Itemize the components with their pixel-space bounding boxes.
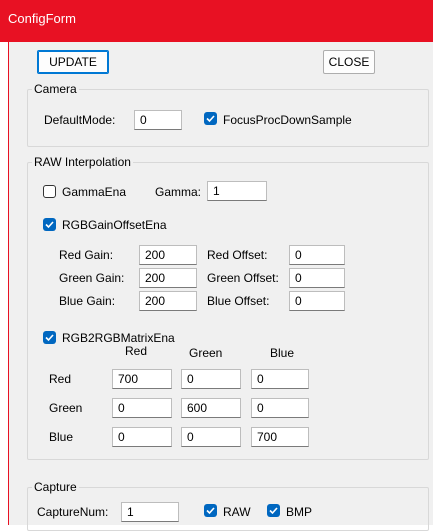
green-gain-input[interactable]: 200 (139, 268, 197, 288)
blue-offset-label: Blue Offset: (207, 294, 270, 308)
blue-gain-input[interactable]: 200 (139, 291, 197, 311)
rgb-gain-offset-ena-label: RGBGainOffsetEna (62, 218, 167, 232)
red-gain-label: Red Gain: (59, 248, 114, 262)
rgb2rgb-matrix-ena-checkbox[interactable] (43, 331, 56, 344)
bmp-checkbox[interactable] (267, 504, 280, 517)
capture-num-input[interactable]: 1 (121, 502, 179, 522)
matrix-column-header-blue: Blue (270, 346, 295, 360)
blue-gain-label: Blue Gain: (59, 294, 116, 308)
capture-group-legend: Capture (32, 480, 79, 494)
red-offset-input[interactable]: 0 (289, 245, 345, 265)
checkmark-icon (206, 507, 215, 515)
matrix-cell-green-green[interactable]: 600 (181, 398, 241, 418)
matrix-cell-green-red[interactable]: 0 (112, 398, 172, 418)
matrix-cell-blue-blue[interactable]: 700 (251, 427, 309, 447)
matrix-cell-red-red[interactable]: 700 (112, 369, 172, 389)
matrix-cell-red-blue[interactable]: 0 (251, 369, 309, 389)
matrix-column-header-red: Red (125, 344, 148, 358)
checkmark-icon (269, 507, 278, 515)
matrix-row-label-green: Green (49, 401, 83, 415)
green-offset-label: Green Offset: (207, 271, 279, 285)
gamma-ena-checkbox[interactable] (43, 185, 56, 198)
window-title: ConfigForm (8, 11, 76, 26)
red-offset-label: Red Offset: (207, 248, 268, 262)
config-form-window: UPDATE CLOSE Camera DefaultMode: 0 Focus… (8, 42, 433, 531)
default-mode-input[interactable]: 0 (134, 110, 182, 130)
raw-checkbox[interactable] (204, 504, 217, 517)
matrix-row-label-red: Red (49, 372, 72, 386)
gamma-ena-label: GammaEna (62, 185, 127, 199)
matrix-column-header-green: Green (189, 346, 223, 360)
checkmark-icon (45, 221, 54, 229)
focus-proc-down-sample-label: FocusProcDownSample (223, 113, 352, 127)
camera-group-legend: Camera (32, 82, 79, 96)
gamma-label: Gamma: (155, 185, 202, 199)
red-gain-input[interactable]: 200 (139, 245, 197, 265)
rgb2rgb-matrix-ena-label: RGB2RGBMatrixEna (62, 331, 175, 345)
checkmark-icon (45, 334, 54, 342)
blue-offset-input[interactable]: 0 (289, 291, 345, 311)
title-bar: ConfigForm (0, 0, 433, 42)
checkmark-icon (206, 115, 215, 123)
update-button[interactable]: UPDATE (37, 50, 109, 74)
matrix-cell-blue-red[interactable]: 0 (112, 427, 172, 447)
gamma-input[interactable]: 1 (207, 181, 267, 201)
focus-proc-down-sample-checkbox[interactable] (204, 112, 217, 125)
capture-num-label: CaptureNum: (37, 505, 109, 519)
default-mode-label: DefaultMode: (44, 113, 116, 127)
matrix-cell-green-blue[interactable]: 0 (251, 398, 309, 418)
close-button[interactable]: CLOSE (323, 50, 375, 74)
green-offset-input[interactable]: 0 (289, 268, 345, 288)
matrix-row-label-blue: Blue (49, 430, 74, 444)
matrix-cell-blue-green[interactable]: 0 (181, 427, 241, 447)
rgb-gain-offset-ena-checkbox[interactable] (43, 218, 56, 231)
bmp-checkbox-label: BMP (286, 505, 313, 519)
matrix-cell-red-green[interactable]: 0 (181, 369, 241, 389)
raw-checkbox-label: RAW (223, 505, 251, 519)
green-gain-label: Green Gain: (59, 271, 125, 285)
raw-interpolation-legend: RAW Interpolation (32, 155, 133, 169)
